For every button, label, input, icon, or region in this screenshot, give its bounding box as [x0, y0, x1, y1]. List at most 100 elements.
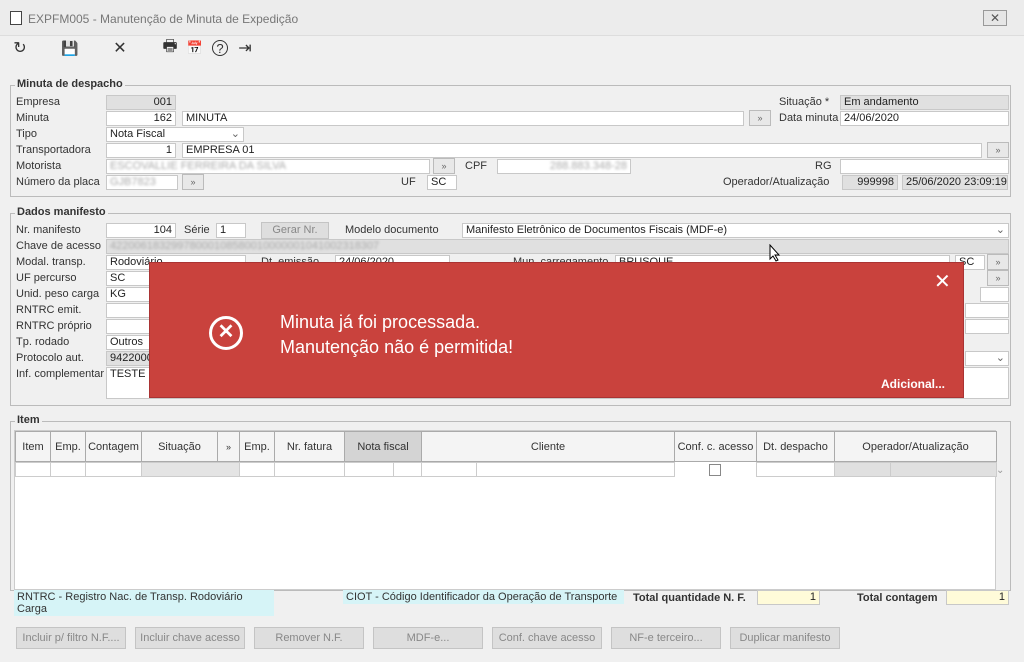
empresa-label: Empresa — [16, 96, 61, 108]
rntrc-emit-label: RNTRC emit. — [16, 304, 82, 316]
rntrc-proprio-label: RNTRC próprio — [16, 320, 92, 332]
item-table[interactable]: Item Emp. Contagem Situação » Emp. Nr. f… — [14, 430, 997, 590]
total-quantidade-field: 1 — [757, 590, 820, 605]
rntrc-legend: RNTRC - Registro Nac. de Transp. Rodoviá… — [14, 590, 274, 616]
chevron-down-icon: ⌄ — [230, 128, 240, 140]
calendar-icon[interactable]: 📅 — [184, 37, 206, 59]
col-nr-fatura[interactable]: Nr. fatura — [274, 431, 345, 462]
minuta-description-field[interactable]: MINUTA — [182, 111, 744, 126]
protocolo-side-select[interactable]: ⌄ — [965, 351, 1009, 366]
error-message: Minuta já foi processada. Manutenção não… — [280, 310, 513, 360]
print-icon[interactable]: 🖶 — [159, 37, 181, 59]
col-nota-fiscal[interactable]: Nota fiscal — [344, 431, 422, 462]
nr-manifesto-field[interactable]: 104 — [106, 223, 176, 238]
motorista-label: Motorista — [16, 160, 62, 172]
modal-transp-label: Modal. transp. — [16, 256, 86, 268]
nfe-terceiro-button[interactable]: NF-e terceiro... — [611, 627, 721, 649]
duplicar-manifesto-button[interactable]: Duplicar manifesto — [730, 627, 840, 649]
operador-label: Operador/Atualização — [723, 176, 830, 188]
mun-lookup-button[interactable]: » — [987, 254, 1009, 270]
mouse-cursor-icon — [769, 244, 781, 262]
conf-chave-acesso-button[interactable]: Conf. chave acesso — [492, 627, 602, 649]
tipo-select[interactable]: Nota Fiscal ⌄ — [106, 127, 244, 142]
col-contagem[interactable]: Contagem — [85, 431, 142, 462]
modelo-select[interactable]: Manifesto Eletrônico de Documentos Fisca… — [462, 223, 1009, 238]
operador-number-field: 999998 — [842, 175, 898, 190]
refresh-icon[interactable]: ↻ — [9, 37, 31, 59]
cpf-field[interactable]: 288.883.348-28 — [497, 159, 631, 174]
placa-lookup-button[interactable]: » — [182, 174, 204, 190]
cpf-value: 288.883.348-28 — [549, 160, 627, 172]
window-close-button[interactable]: ✕ — [983, 10, 1007, 26]
table-row[interactable] — [15, 462, 997, 478]
motorista-field[interactable]: ESCOVALLIE FERREIRA DA SILVA — [106, 159, 430, 174]
minuta-lookup-button[interactable]: » — [749, 110, 771, 126]
placa-value: GJB7823 — [110, 176, 156, 188]
gerar-nr-button[interactable]: Gerar Nr. — [261, 222, 329, 239]
incluir-chave-acesso-button[interactable]: Incluir chave acesso — [135, 627, 245, 649]
nr-manifesto-label: Nr. manifesto — [16, 224, 81, 236]
transportadora-lookup-button[interactable]: » — [987, 142, 1009, 158]
uf-field[interactable]: SC — [427, 175, 457, 190]
placa-field[interactable]: GJB7823 — [106, 175, 178, 190]
percurso-lookup-button[interactable]: » — [987, 270, 1009, 286]
motorista-value: ESCOVALLIE FERREIRA DA SILVA — [110, 160, 287, 172]
scroll-down-icon[interactable]: ⌄ — [996, 465, 1004, 476]
operador-date-field: 25/06/2020 23:09:19 — [902, 175, 1008, 190]
col-conf-acesso[interactable]: Conf. c. acesso — [674, 431, 757, 462]
rg-label: RG — [815, 160, 832, 172]
rntrc-side-field[interactable] — [965, 303, 1009, 318]
total-contagem-field: 1 — [946, 590, 1009, 605]
save-icon[interactable]: 💾 — [59, 37, 81, 59]
item-legend: Item — [15, 414, 42, 426]
window-title: EXPFM005 - Manutenção de Minuta de Exped… — [28, 12, 299, 26]
tipo-label: Tipo — [16, 128, 37, 140]
uf-side-field[interactable] — [980, 287, 1009, 302]
remover-nf-button[interactable]: Remover N.F. — [254, 627, 364, 649]
transportadora-label: Transportadora — [16, 144, 91, 156]
incluir-filtro-nf-button[interactable]: Incluir p/ filtro N.F.... — [16, 627, 126, 649]
motorista-lookup-button[interactable]: » — [433, 158, 455, 174]
serie-label: Série — [184, 224, 210, 236]
col-operador[interactable]: Operador/Atualização — [834, 431, 997, 462]
col-item[interactable]: Item — [15, 431, 51, 462]
placa-label: Número da placa — [16, 176, 100, 188]
col-emp-2[interactable]: Emp. — [239, 431, 275, 462]
chevron-down-icon: ⌄ — [995, 352, 1005, 364]
chave-acesso-value: 4220061832997800010858001000000104100231… — [110, 240, 380, 252]
mdfe-button[interactable]: MDF-e... — [373, 627, 483, 649]
uf-percurso-label: UF percurso — [16, 272, 77, 284]
empresa-field: 001 — [106, 95, 176, 110]
cancel-icon[interactable]: ✕ — [109, 37, 131, 59]
rntrc-proprio-side-field[interactable] — [965, 319, 1009, 334]
col-emp[interactable]: Emp. — [50, 431, 86, 462]
minuta-number-field[interactable]: 162 — [106, 111, 176, 126]
col-dt-despacho[interactable]: Dt. despacho — [756, 431, 835, 462]
total-quantidade-label: Total quantidade N. F. — [633, 592, 746, 604]
help-icon[interactable]: ? — [212, 40, 228, 56]
col-cliente[interactable]: Cliente — [421, 431, 675, 462]
data-minuta-field[interactable]: 24/06/2020 — [840, 111, 1009, 126]
transportadora-number-field[interactable]: 1 — [106, 143, 176, 158]
modelo-value: Manifesto Eletrônico de Documentos Fisca… — [466, 224, 728, 236]
col-situacao[interactable]: Situação — [141, 431, 218, 462]
transportadora-name-field[interactable]: EMPRESA 01 — [182, 143, 982, 158]
error-dialog: ✕ Minuta já foi processada. Manutenção n… — [149, 262, 964, 398]
exit-icon[interactable]: ⇥ — [234, 37, 256, 59]
modelo-label: Modelo documento — [345, 224, 439, 236]
conf-acesso-checkbox[interactable] — [709, 464, 721, 476]
serie-field[interactable]: 1 — [216, 223, 246, 238]
chave-acesso-label: Chave de acesso — [16, 240, 101, 252]
title-bar: EXPFM005 - Manutenção de Minuta de Exped… — [0, 0, 1024, 36]
error-line-2: Manutenção não é permitida! — [280, 337, 514, 357]
tipo-value: Nota Fiscal — [110, 128, 166, 140]
chevron-down-icon: ⌄ — [995, 224, 1005, 236]
rg-field[interactable] — [840, 159, 1009, 174]
manifesto-legend: Dados manifesto — [15, 206, 108, 218]
adicional-link[interactable]: Adicional... — [881, 377, 945, 391]
cpf-label: CPF — [465, 160, 487, 172]
inf-complementar-label: Inf. complementar — [16, 368, 105, 380]
minuta-label: Minuta — [16, 112, 50, 124]
close-icon[interactable]: ✕ — [934, 269, 951, 294]
situacao-lookup-button[interactable]: » — [217, 431, 240, 462]
